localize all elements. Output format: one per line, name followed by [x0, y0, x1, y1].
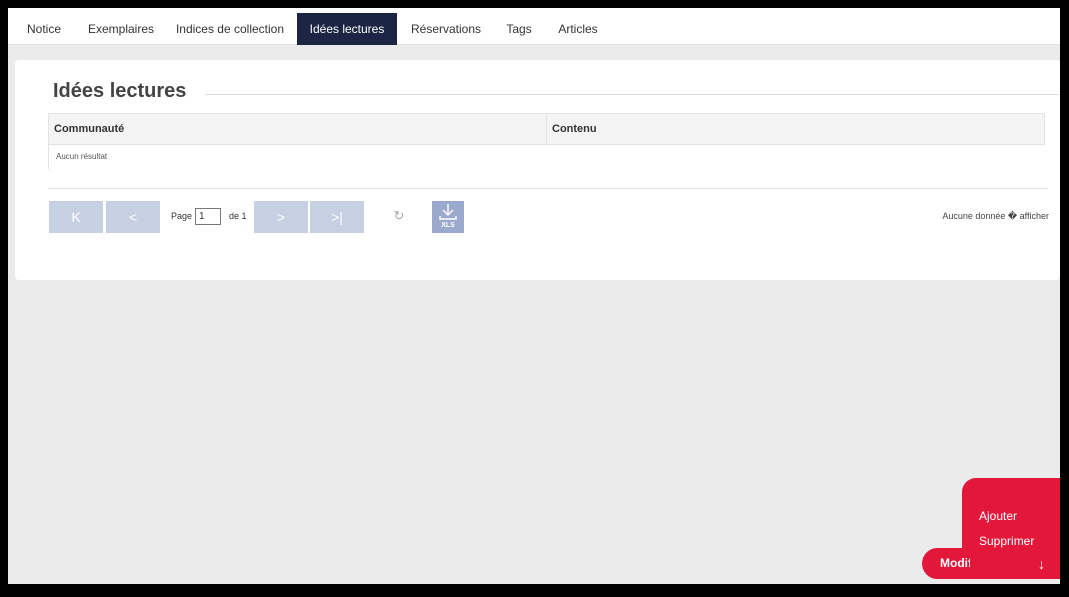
tab-notice[interactable]: Notice: [20, 13, 68, 45]
chevron-left-icon: <: [128, 209, 138, 225]
arrow-down-icon: ↓: [1038, 556, 1045, 572]
idees-lectures-panel: Idées lectures Communauté Contenu Aucun …: [15, 60, 1060, 280]
last-page-icon: >|: [331, 209, 343, 225]
modify-button-label: Modifier: [940, 556, 970, 570]
first-page-icon: K: [71, 209, 81, 225]
page-count-label: de 1: [229, 211, 247, 221]
pager-info-text: Aucune donnée � afficher: [942, 211, 1049, 221]
tab-reservations[interactable]: Réservations: [404, 13, 488, 45]
column-header-contenu[interactable]: Contenu: [547, 114, 1044, 144]
tab-tags[interactable]: Tags: [499, 13, 539, 45]
section-title: Idées lectures: [53, 80, 187, 102]
grid-header: Communauté Contenu: [48, 113, 1045, 145]
tab-bar: Notice Exemplaires Indices de collection…: [8, 8, 1060, 45]
title-divider: [205, 94, 1060, 95]
first-page-button[interactable]: K: [49, 201, 103, 233]
empty-message: Aucun résultat: [48, 145, 1045, 169]
add-menu-item[interactable]: Ajouter: [979, 509, 1017, 523]
previous-page-button[interactable]: <: [106, 201, 160, 233]
app-frame: Notice Exemplaires Indices de collection…: [8, 8, 1060, 584]
tab-articles[interactable]: Articles: [551, 13, 605, 45]
page-label: Page: [171, 211, 193, 221]
export-xls-label: XLS: [441, 222, 455, 229]
refresh-icon[interactable]: ↻: [392, 209, 406, 223]
grid-divider: [48, 188, 1048, 189]
column-header-communaute[interactable]: Communauté: [49, 114, 547, 144]
export-xls-button[interactable]: XLS: [432, 201, 464, 233]
results-grid: Communauté Contenu Aucun résultat: [48, 113, 1045, 169]
tab-idees-lectures[interactable]: Idées lectures: [297, 13, 397, 45]
next-page-button[interactable]: >: [254, 201, 308, 233]
page-number-input[interactable]: 1: [195, 208, 221, 225]
tab-indices-collection[interactable]: Indices de collection: [172, 13, 288, 45]
delete-menu-item[interactable]: Supprimer: [979, 534, 1034, 548]
download-icon: [439, 204, 457, 220]
last-page-button[interactable]: >|: [310, 201, 364, 233]
chevron-right-icon: >: [276, 209, 286, 225]
pagination-bar: K < Page 1 de 1 > >| ↻ XLS Aucune donnée…: [49, 201, 1049, 233]
tab-exemplaires[interactable]: Exemplaires: [78, 13, 164, 45]
